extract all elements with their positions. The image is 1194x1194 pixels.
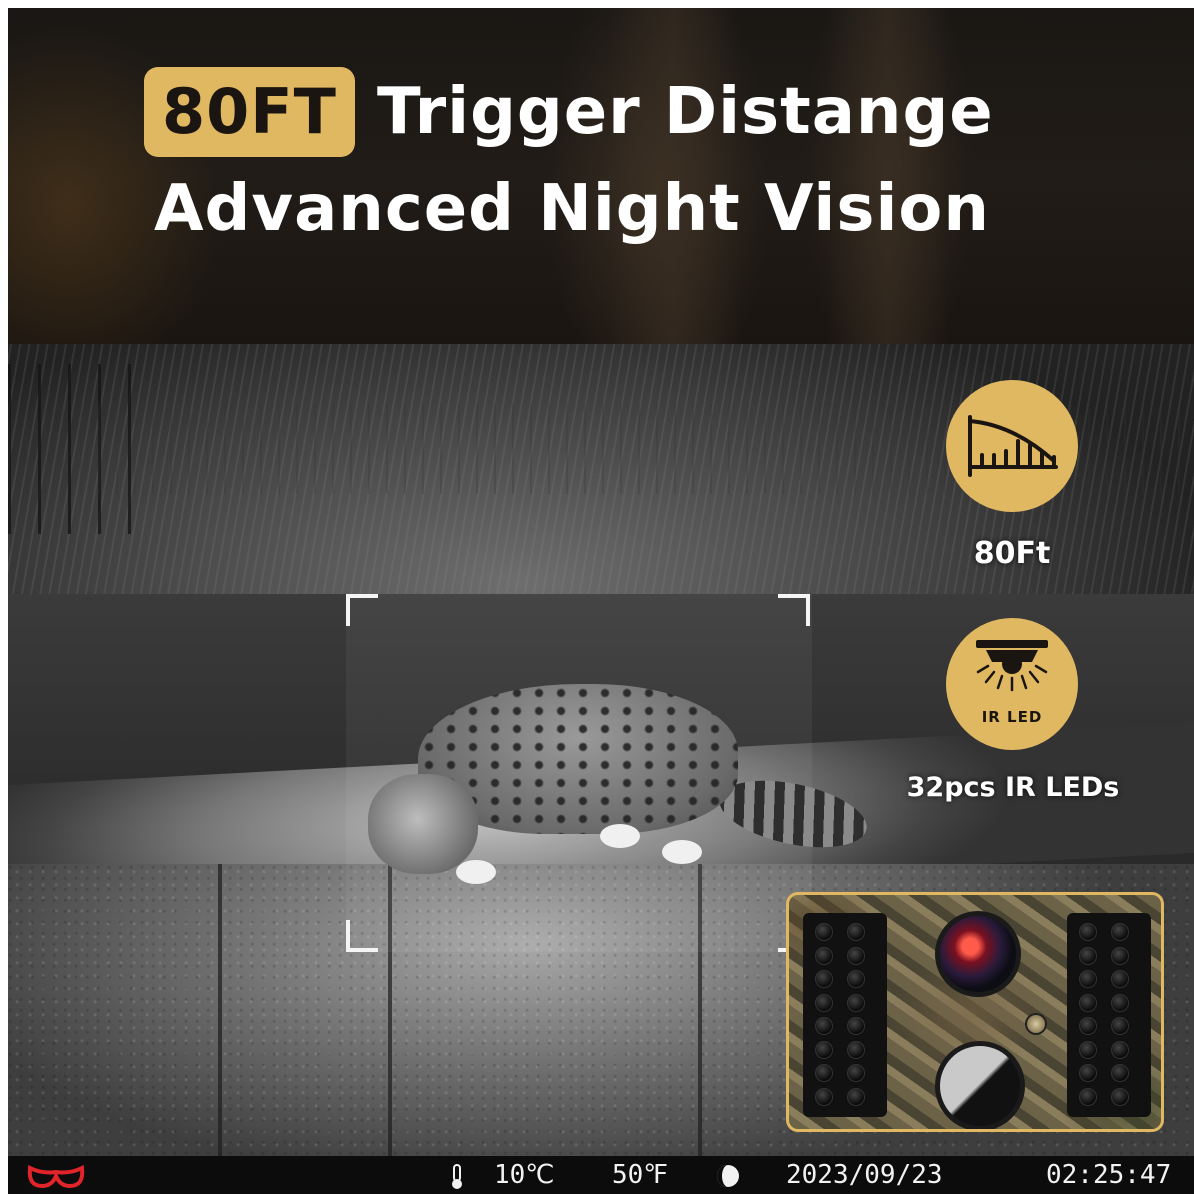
ir-led-panel-right bbox=[1067, 913, 1151, 1117]
headline-line-1: Trigger Distange bbox=[376, 75, 994, 149]
temperature-fahrenheit: 50℉ bbox=[612, 1160, 669, 1190]
camera-lens bbox=[935, 911, 1021, 997]
thermometer-icon bbox=[452, 1164, 462, 1189]
temperature-celsius: 10℃ bbox=[494, 1160, 555, 1190]
brand-logo-icon bbox=[27, 1164, 85, 1189]
wall-seam bbox=[218, 864, 222, 1156]
cat bbox=[338, 664, 878, 904]
headline-line-2: Advanced Night Vision bbox=[154, 172, 990, 246]
date-stamp: 2023/09/23 bbox=[786, 1160, 943, 1190]
light-sensor bbox=[1025, 1013, 1047, 1035]
ad-frame: 80FT Trigger Distange Advanced Night Vis… bbox=[8, 8, 1194, 1194]
trail-camera-inset bbox=[786, 892, 1164, 1132]
distance-ruler-icon bbox=[946, 380, 1078, 512]
ir-led-count-label: 32pcs IR LEDs bbox=[906, 772, 1120, 803]
focus-bracket bbox=[346, 920, 378, 952]
trigger-distance-label: 80Ft bbox=[973, 536, 1051, 571]
ir-led-icon: IR LED bbox=[946, 618, 1078, 750]
night-vision-photo: 80Ft IR LED 32pcs IR LEDs bbox=[8, 344, 1194, 1156]
cat-head bbox=[368, 774, 478, 874]
moon-phase-icon bbox=[717, 1165, 739, 1187]
title-row-1: 80FT Trigger Distange bbox=[144, 64, 994, 160]
focus-bracket bbox=[778, 594, 810, 626]
pir-sensor bbox=[935, 1041, 1025, 1129]
focus-bracket bbox=[346, 594, 378, 626]
cat-paw bbox=[600, 824, 640, 848]
cat-tail bbox=[713, 769, 873, 859]
cat-paw bbox=[662, 840, 702, 864]
ir-led-panel-left bbox=[803, 913, 887, 1117]
camera-status-bar: 10℃ 50℉ 2023/09/23 02:25:47 bbox=[8, 1156, 1194, 1194]
cat-paw bbox=[456, 860, 496, 884]
distance-badge: 80FT bbox=[144, 67, 355, 157]
time-stamp: 02:25:47 bbox=[1046, 1160, 1172, 1190]
header-banner: 80FT Trigger Distange Advanced Night Vis… bbox=[8, 8, 1194, 344]
ir-led-icon-text: IR LED bbox=[981, 708, 1043, 726]
